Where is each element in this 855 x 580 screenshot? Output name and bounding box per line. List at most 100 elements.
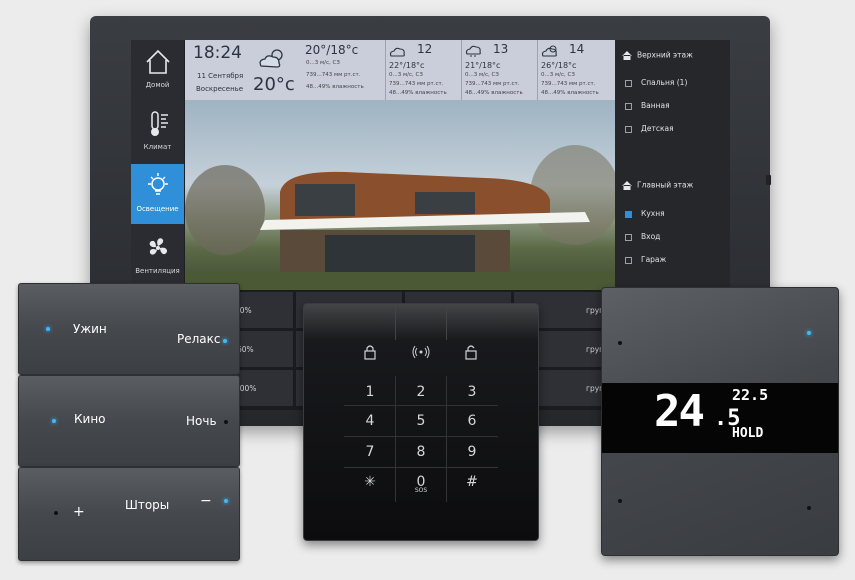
lightbulb-icon: [147, 173, 168, 195]
home-icon: [622, 51, 632, 60]
forecast-2-temp: 21°/18°с: [465, 61, 501, 70]
current-temperature-main: 24: [654, 386, 705, 437]
nav-climate[interactable]: Климат: [131, 102, 184, 162]
home-icon: [622, 181, 632, 190]
forecast-1-humidity: 48...49% влажность: [389, 90, 447, 96]
key-0-sos[interactable]: 0 SOS: [397, 470, 445, 498]
scene-switch-panel: Ужин Релакс Кино Ночь + Шторы −: [18, 283, 240, 561]
key-2[interactable]: 2: [397, 380, 445, 408]
sos-label: SOS: [414, 487, 428, 494]
unlock-icon[interactable]: [464, 344, 480, 360]
key-4[interactable]: 4: [346, 409, 394, 437]
scene-night-label: Ночь: [186, 414, 217, 428]
blinds-plus-label: +: [73, 504, 85, 520]
thermometer-icon: [150, 111, 168, 136]
status-led: [618, 499, 622, 503]
key-hash[interactable]: #: [448, 470, 496, 498]
cloud-rain-icon: [465, 45, 481, 57]
status-led: [46, 327, 50, 331]
home-icon: [145, 49, 170, 74]
thermostat-panel: 24 .5 22.5 HOLD: [601, 287, 839, 556]
key-3[interactable]: 3: [448, 380, 496, 408]
forecast-1-temp: 22°/18°с: [389, 61, 425, 70]
status-led: [54, 511, 58, 515]
room-bathroom[interactable]: Ванная: [625, 101, 670, 110]
key-5[interactable]: 5: [397, 409, 445, 437]
forecast-2-humidity: 48...49% влажность: [465, 90, 523, 96]
partly-cloudy-icon: [259, 49, 283, 68]
status-led: [807, 331, 811, 335]
room-label: Ванная: [641, 101, 670, 110]
room-checkbox[interactable]: [625, 256, 632, 264]
status-led: [52, 419, 56, 423]
floor-main-label: Главный этаж: [637, 180, 694, 190]
blinds-minus-label: −: [200, 493, 212, 509]
status-led: [223, 339, 227, 343]
forecast-2-wind: 0...3 м/с, СЗ: [465, 72, 499, 78]
room-checkbox[interactable]: [625, 233, 632, 241]
scene-button-row-1[interactable]: Ужин Релакс: [18, 283, 240, 375]
room-label: Гараж: [641, 255, 667, 264]
status-led: [618, 341, 622, 345]
room-bedroom[interactable]: Спальня (1): [625, 78, 687, 87]
security-keypad: 1 2 3 4 5 6 7 8 9 ✳ 0 SOS #: [303, 303, 539, 541]
nav-lighting-label: Освещение: [136, 205, 179, 213]
mode-hold: HOLD: [732, 426, 764, 441]
fan-icon: [149, 238, 167, 255]
room-label: Кухня: [641, 209, 665, 218]
room-checkbox[interactable]: [625, 210, 632, 218]
wireless-icon: [412, 346, 430, 358]
room-label: Спальня (1): [641, 78, 688, 87]
nav-climate-label: Климат: [143, 143, 172, 151]
room-entrance[interactable]: Вход: [625, 232, 660, 241]
blinds-button-row[interactable]: + Шторы −: [18, 467, 240, 561]
forecast-3-wind: 0...3 м/с, СЗ: [541, 72, 575, 78]
status-led: [224, 420, 228, 424]
room-kids[interactable]: Детская: [625, 124, 674, 133]
clock-time: 18:24: [193, 43, 242, 63]
blinds-label: Шторы: [125, 498, 170, 512]
rooms-panel: Верхний этаж Спальня (1) Ванная Детская …: [615, 40, 730, 290]
nav-ventilation[interactable]: Вентиляция: [131, 226, 184, 286]
current-temperature: 20°с: [253, 74, 295, 95]
today-humidity: 48...49% влажность: [306, 84, 364, 90]
room-checkbox[interactable]: [625, 125, 632, 133]
nav-lighting[interactable]: Освещение: [131, 164, 184, 224]
key-7[interactable]: 7: [346, 440, 394, 468]
tablet-side-button[interactable]: [766, 175, 771, 185]
nav-home[interactable]: Домой: [131, 40, 184, 100]
date-text: 11 Сентября: [197, 72, 244, 80]
key-9[interactable]: 9: [448, 440, 496, 468]
forecast-3-pressure: 739...743 мм рт.ст.: [541, 81, 596, 87]
room-garage[interactable]: Гараж: [625, 255, 666, 264]
room-label: Детская: [641, 124, 674, 133]
room-checkbox[interactable]: [625, 102, 632, 110]
key-8[interactable]: 8: [397, 440, 445, 468]
key-6[interactable]: 6: [448, 409, 496, 437]
scene-button-row-2[interactable]: Кино Ночь: [18, 375, 240, 467]
weekday-text: Воскресенье: [196, 85, 244, 93]
room-kitchen[interactable]: Кухня: [625, 209, 665, 218]
key-star[interactable]: ✳: [346, 470, 394, 498]
key-1[interactable]: 1: [346, 380, 394, 408]
scene-dinner-label: Ужин: [73, 322, 107, 336]
today-temperature-range: 20°/18°с: [305, 43, 359, 57]
status-led: [807, 506, 811, 510]
lock-icon[interactable]: [363, 344, 377, 360]
room-checkbox[interactable]: [625, 79, 632, 87]
cloud-sun-icon: [389, 47, 405, 57]
today-pressure: 739...743 мм рт.ст.: [306, 72, 361, 78]
divider: [385, 40, 386, 100]
floor-upper[interactable]: Верхний этаж: [621, 50, 693, 61]
nav-ventilation-label: Вентиляция: [135, 267, 180, 275]
divider: [537, 40, 538, 100]
scene-cinema-label: Кино: [74, 412, 106, 426]
room-label: Вход: [641, 232, 661, 241]
glass-reflection: [304, 304, 538, 340]
divider: [461, 40, 462, 100]
floor-main[interactable]: Главный этаж: [621, 180, 693, 191]
forecast-3-humidity: 48...49% влажность: [541, 90, 599, 96]
status-led: [224, 499, 228, 503]
nav-home-label: Домой: [145, 81, 170, 89]
forecast-2-pressure: 739...743 мм рт.ст.: [465, 81, 520, 87]
